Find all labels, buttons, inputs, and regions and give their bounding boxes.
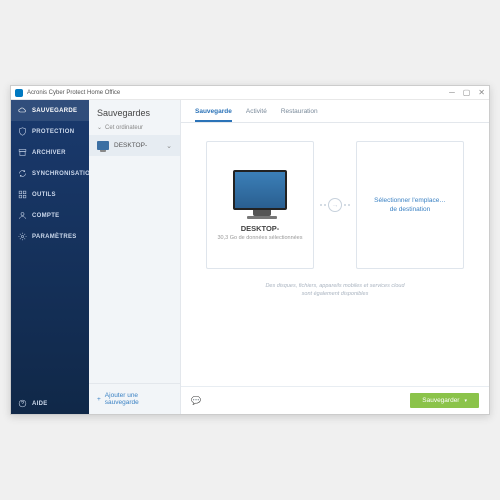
grid-icon <box>18 190 27 199</box>
dest-line1: Sélectionner l'emplace… <box>374 196 446 205</box>
sidebar-item-compte[interactable]: COMPTE <box>11 205 89 226</box>
sidebar-label: PARAMÈTRES <box>32 234 77 240</box>
sync-icon <box>18 169 27 178</box>
cards-row: DESKTOP- 30,3 Go de données sélectionnée… <box>206 141 464 269</box>
sidebar-label: SYNCHRONISATION <box>32 171 95 177</box>
info-note: Des disques, fichiers, appareils mobiles… <box>260 283 410 298</box>
destination-card[interactable]: Sélectionner l'emplace… de destination <box>356 141 464 269</box>
main-area: Sauvegarde Activité Restauration DESKTOP… <box>181 100 489 414</box>
sidebar-item-archiver[interactable]: ARCHIVER <box>11 142 89 163</box>
tab-restauration[interactable]: Restauration <box>281 108 318 122</box>
add-backup-button[interactable]: + Ajouter une sauvegarde <box>89 383 180 414</box>
content: DESKTOP- 30,3 Go de données sélectionnée… <box>181 123 489 386</box>
maximize-button[interactable]: ▢ <box>463 88 471 97</box>
tab-activite[interactable]: Activité <box>246 108 267 122</box>
app-window: Acronis Cyber Protect Home Office ─ ▢ ✕ … <box>10 85 490 415</box>
sidebar-item-parametres[interactable]: PARAMÈTRES <box>11 226 89 247</box>
source-title: DESKTOP- <box>241 224 280 233</box>
gear-icon <box>18 232 27 241</box>
device-item[interactable]: DESKTOP- ⌄ <box>89 135 180 156</box>
sidebar-label: COMPTE <box>32 213 59 219</box>
chevron-down-icon: ⌄ <box>97 124 102 131</box>
minimize-button[interactable]: ─ <box>449 88 455 97</box>
sidebar: SAUVEGARDE PROTECTION ARCHIVER SYNCHRONI… <box>11 100 89 414</box>
source-card[interactable]: DESKTOP- 30,3 Go de données sélectionnée… <box>206 141 314 269</box>
sidebar-label: OUTILS <box>32 192 56 198</box>
sidebar-item-aide[interactable]: AIDE <box>11 393 89 414</box>
user-icon <box>18 211 27 220</box>
sidebar-label: ARCHIVER <box>32 150 66 156</box>
window-controls: ─ ▢ ✕ <box>449 88 485 97</box>
window-title: Acronis Cyber Protect Home Office <box>27 90 449 96</box>
cloud-icon <box>18 106 27 115</box>
device-name: DESKTOP- <box>114 142 161 149</box>
footer: 💬 Sauvegarder <box>181 386 489 414</box>
app-body: SAUVEGARDE PROTECTION ARCHIVER SYNCHRONI… <box>11 100 489 414</box>
monitor-icon <box>97 141 109 150</box>
app-logo-icon <box>15 89 23 97</box>
sidebar-label: SAUVEGARDE <box>32 108 77 114</box>
arrow-connector: → <box>320 198 350 212</box>
add-backup-label: Ajouter une sauvegarde <box>105 392 172 406</box>
arrow-right-icon: → <box>328 198 342 212</box>
titlebar: Acronis Cyber Protect Home Office ─ ▢ ✕ <box>11 86 489 100</box>
comment-icon[interactable]: 💬 <box>191 396 201 405</box>
monitor-large-icon <box>233 170 287 210</box>
shield-icon <box>18 127 27 136</box>
panel-subheading-label: Cet ordinateur <box>105 125 143 131</box>
panel-subheading[interactable]: ⌄ Cet ordinateur <box>89 122 180 135</box>
sidebar-item-outils[interactable]: OUTILS <box>11 184 89 205</box>
help-icon <box>18 399 27 408</box>
tab-sauvegarde[interactable]: Sauvegarde <box>195 108 232 122</box>
archive-icon <box>18 148 27 157</box>
panel-heading: Sauvegardes <box>89 100 180 122</box>
close-button[interactable]: ✕ <box>478 88 485 97</box>
sidebar-label: PROTECTION <box>32 129 74 135</box>
source-subtitle: 30,3 Go de données sélectionnées <box>217 235 302 241</box>
dest-line2: de destination <box>374 205 446 214</box>
destination-text: Sélectionner l'emplace… de destination <box>374 196 446 214</box>
plus-icon: + <box>97 396 101 403</box>
save-button[interactable]: Sauvegarder <box>410 393 479 408</box>
backup-list-panel: Sauvegardes ⌄ Cet ordinateur DESKTOP- ⌄ … <box>89 100 181 414</box>
tabs: Sauvegarde Activité Restauration <box>181 100 489 123</box>
chevron-down-icon: ⌄ <box>166 142 172 150</box>
sidebar-item-synchronisation[interactable]: SYNCHRONISATION <box>11 163 89 184</box>
sidebar-item-sauvegarde[interactable]: SAUVEGARDE <box>11 100 89 121</box>
sidebar-label: AIDE <box>32 401 48 407</box>
sidebar-item-protection[interactable]: PROTECTION <box>11 121 89 142</box>
